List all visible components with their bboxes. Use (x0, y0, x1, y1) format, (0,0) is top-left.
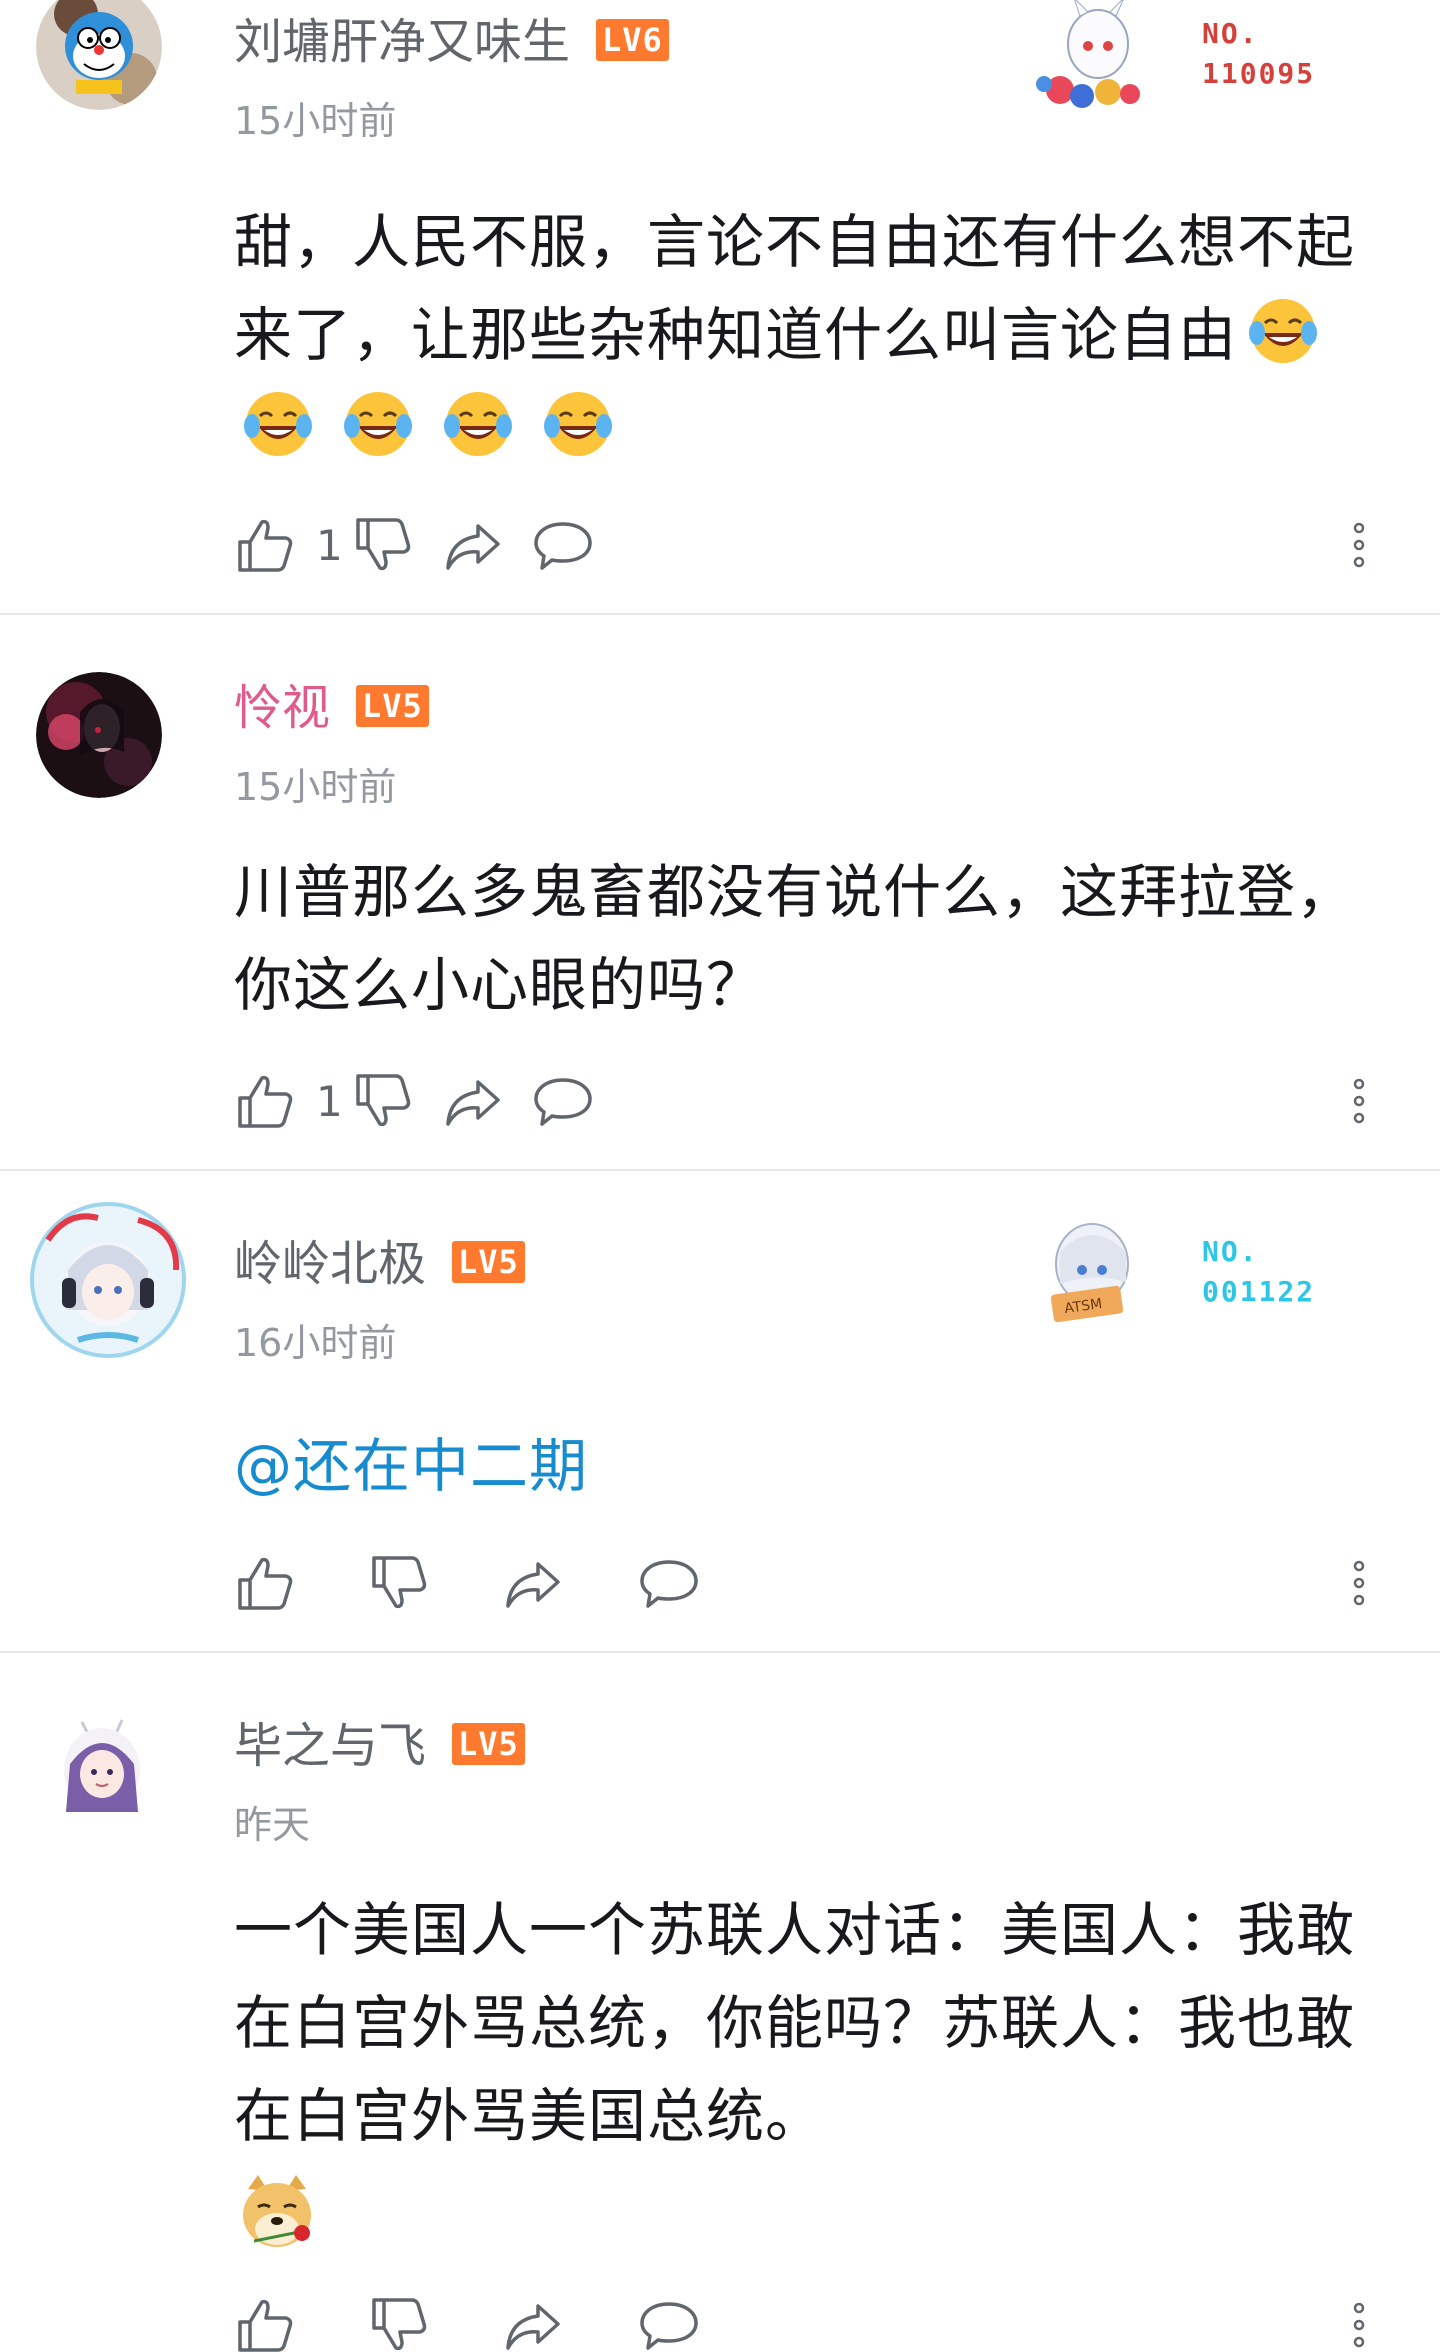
username[interactable]: 怜视 LV5 (234, 678, 429, 738)
dislike-button[interactable] (352, 1066, 414, 1136)
level-badge: LV5 (356, 685, 429, 727)
comment-actions (234, 1548, 1374, 1618)
laugh-cry-emoji (338, 382, 418, 462)
thumbs-down-icon (356, 518, 411, 571)
thumbs-up-icon (238, 519, 293, 572)
reply-button[interactable] (638, 1548, 700, 1618)
share-button[interactable] (442, 1066, 504, 1136)
avatar[interactable] (36, 672, 162, 798)
reply-bubble-icon (534, 1078, 592, 1126)
comment-text: 甜，人民不服，言论不自由还有什么想不起来了，让那些杂种知道什么叫言论自由 (234, 196, 1384, 475)
reply-bubble-icon (640, 2302, 698, 2350)
like-button[interactable]: 1 (234, 510, 343, 580)
comment-actions: 1 (234, 1066, 1374, 1136)
more-options-button[interactable] (1344, 1066, 1374, 1136)
avatar[interactable] (28, 1200, 188, 1360)
laugh-cry-emoji (1243, 289, 1323, 369)
fan-badge-number: NO. 001122 (1202, 1235, 1316, 1308)
username-text[interactable]: 毕之与飞 (234, 1718, 426, 1774)
username-text[interactable]: 岭岭北极 (234, 1236, 426, 1292)
divider (0, 1651, 1440, 1653)
like-button[interactable]: 1 (234, 1066, 343, 1136)
level-badge: LV5 (452, 1723, 525, 1765)
more-vertical-icon (1353, 522, 1365, 568)
like-count: 1 (316, 1076, 343, 1126)
comment-text: 川普那么多鬼畜都没有说什么，这拜拉登，你这么小心眼的吗？ (234, 858, 1356, 1019)
share-icon (506, 1562, 560, 1608)
more-options-button[interactable] (1344, 1548, 1374, 1618)
timestamp: 15小时前 (234, 765, 397, 809)
dislike-button[interactable] (368, 2290, 430, 2352)
more-options-button[interactable] (1344, 510, 1374, 580)
fan-badge-image: ATSM (1030, 1212, 1160, 1332)
share-button[interactable] (442, 510, 504, 580)
fan-badge-number: NO. 110095 (1202, 17, 1316, 90)
thumbs-down-icon (372, 2298, 427, 2351)
fan-badge[interactable]: NO. 110095 (1030, 0, 1330, 114)
comment-text-body: 一个美国人一个苏联人对话：美国人：我敢在白宫外骂总统，你能吗？苏联人：我也敢在白… (234, 1896, 1356, 2150)
reply-bubble-icon (640, 1560, 698, 1608)
thumbs-up-icon (238, 1075, 293, 1128)
share-icon (446, 1080, 500, 1126)
thumbs-up-icon (238, 2299, 293, 2352)
more-options-button[interactable] (1344, 2290, 1374, 2352)
more-vertical-icon (1353, 1078, 1365, 1124)
reply-bubble-icon (534, 522, 592, 570)
laugh-cry-emoji (438, 382, 518, 462)
comment-actions (234, 2290, 1374, 2352)
timestamp: 15小时前 (234, 99, 397, 143)
reply-button[interactable] (638, 2290, 700, 2352)
comment-item: 刘墉肝净又味生 LV6 15小时前 NO. 110095 甜，人民不服，言论不自由还… (0, 0, 1440, 456)
username[interactable]: 毕之与飞 LV5 (234, 1716, 525, 1776)
mention-link[interactable]: @还在中二期 (234, 1420, 1384, 1513)
fan-badge-image (1030, 0, 1160, 114)
like-button[interactable] (234, 2290, 316, 2352)
thumbs-down-icon (356, 1074, 411, 1127)
level-badge: LV5 (452, 1241, 525, 1283)
laugh-cry-emoji (538, 382, 618, 462)
more-vertical-icon (1353, 2302, 1365, 2348)
timestamp: 昨天 (234, 1803, 311, 1847)
thumbs-up-icon (238, 1557, 293, 1610)
share-button[interactable] (502, 2290, 564, 2352)
dislike-button[interactable] (352, 510, 414, 580)
username-text[interactable]: 怜视 (234, 680, 330, 736)
divider (0, 613, 1440, 615)
share-icon (506, 2304, 560, 2350)
timestamp: 16小时前 (234, 1321, 397, 1365)
reply-button[interactable] (532, 510, 594, 580)
avatar[interactable] (52, 1712, 152, 1822)
fan-badge[interactable]: ATSM NO. 001122 (1030, 1212, 1330, 1332)
username[interactable]: 刘墉肝净又味生 LV6 (234, 12, 669, 72)
share-button[interactable] (502, 1548, 564, 1618)
username-text[interactable]: 刘墉肝净又味生 (234, 14, 570, 70)
comment-text-body: 甜，人民不服，言论不自由还有什么想不起来了，让那些杂种知道什么叫言论自由 (234, 208, 1356, 369)
dislike-button[interactable] (368, 1548, 430, 1618)
share-icon (446, 524, 500, 570)
laugh-cry-emoji (238, 382, 318, 462)
doge-rose-emoji (234, 2169, 320, 2255)
thumbs-down-icon (372, 1556, 427, 1609)
like-count: 1 (316, 520, 343, 570)
username[interactable]: 岭岭北极 LV5 (234, 1234, 525, 1294)
comment-text: 一个美国人一个苏联人对话：美国人：我敢在白宫外骂总统，你能吗？苏联人：我也敢在白… (234, 1884, 1384, 2268)
avatar[interactable] (36, 0, 162, 110)
divider (0, 1169, 1440, 1171)
comment-actions: 1 (234, 510, 1374, 580)
like-button[interactable] (234, 1548, 316, 1618)
more-vertical-icon (1353, 1560, 1365, 1606)
reply-button[interactable] (532, 1066, 594, 1136)
level-badge: LV6 (596, 19, 669, 61)
